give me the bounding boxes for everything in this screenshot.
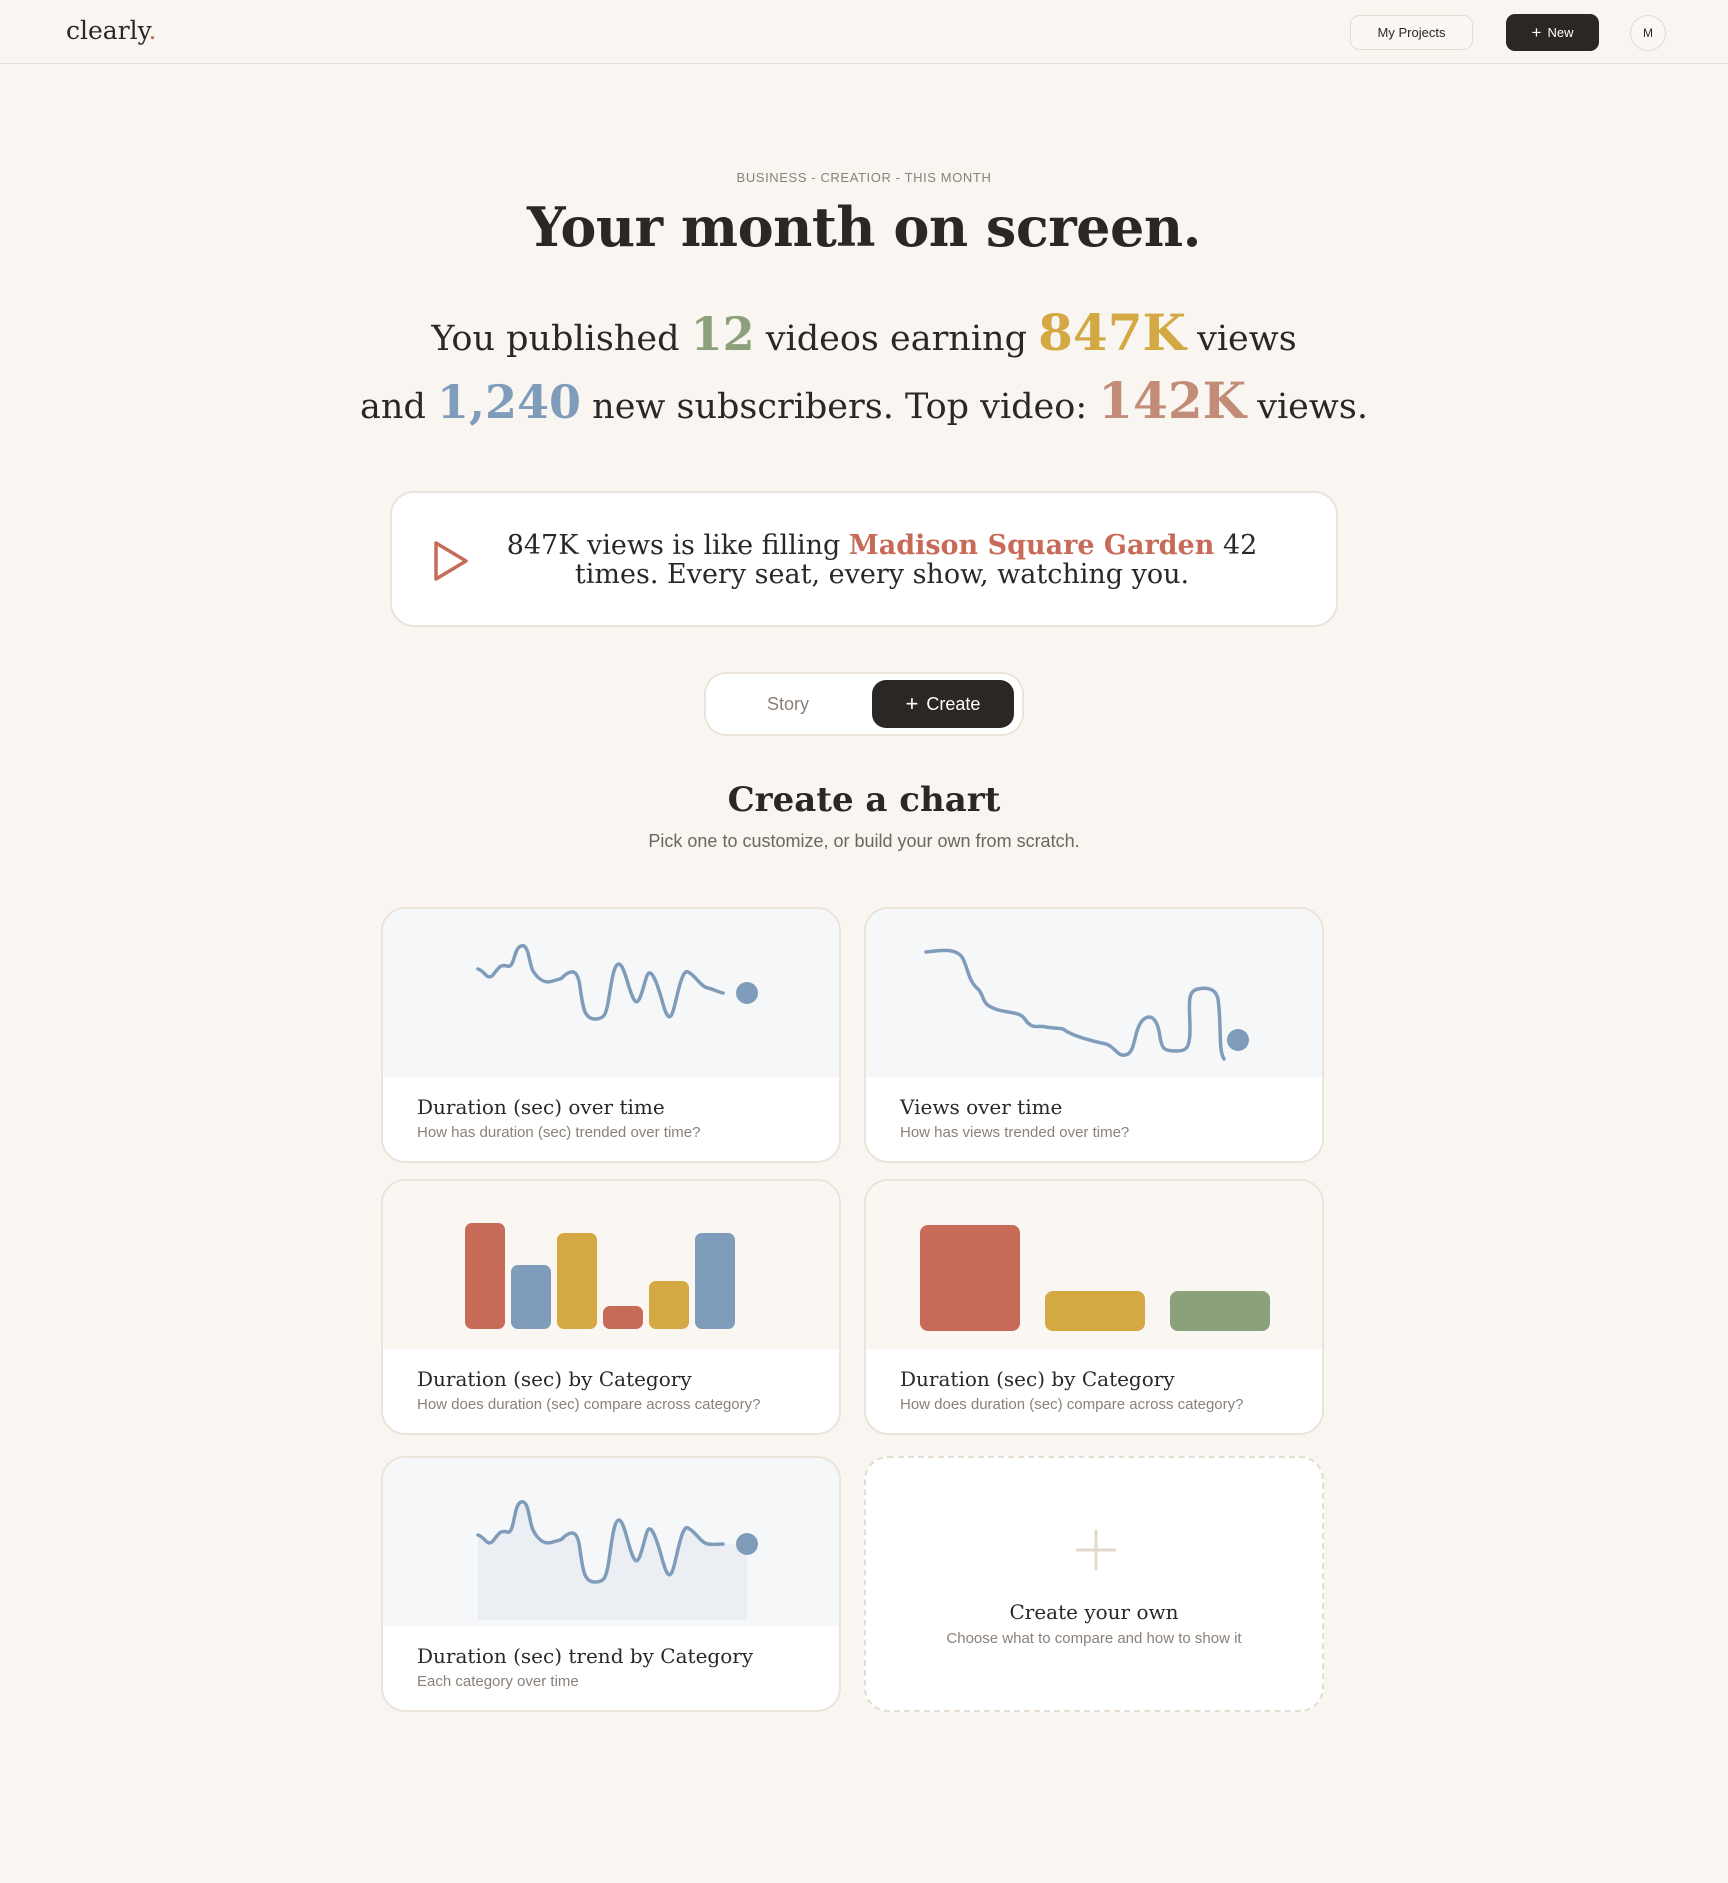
card-subtitle: How has views trended over time? bbox=[900, 1124, 1130, 1141]
tab-create-label: Create bbox=[926, 693, 981, 714]
page-title: Your month on screen. bbox=[527, 195, 1201, 259]
top-bar: clearly. My Projects + New M bbox=[0, 0, 1728, 64]
summary-text: views. bbox=[1246, 387, 1368, 427]
card-subtitle: Choose what to compare and how to show i… bbox=[946, 1630, 1242, 1647]
bar-chart-icon bbox=[465, 1223, 735, 1329]
play-icon bbox=[434, 541, 468, 581]
chart-option-card[interactable]: Duration (sec) over time How has duratio… bbox=[381, 907, 841, 1163]
plus-icon bbox=[1076, 1530, 1116, 1570]
summary-text: You published bbox=[431, 319, 691, 359]
create-your-own-card[interactable]: Create your own Choose what to compare a… bbox=[864, 1456, 1324, 1712]
avatar[interactable]: M bbox=[1630, 15, 1666, 51]
chart-option-card[interactable]: Duration (sec) trend by Category Each ca… bbox=[381, 1456, 841, 1712]
new-button[interactable]: + New bbox=[1506, 14, 1599, 51]
area-chart-preview bbox=[383, 1458, 839, 1626]
my-projects-button[interactable]: My Projects bbox=[1350, 15, 1473, 50]
new-button-label: New bbox=[1547, 25, 1574, 40]
card-subtitle: How does duration (sec) compare across c… bbox=[900, 1396, 1244, 1413]
summary-text: videos earning bbox=[754, 319, 1039, 359]
chart-option-card[interactable]: Duration (sec) by Category How does dura… bbox=[864, 1179, 1324, 1435]
area-chart-icon bbox=[476, 1500, 758, 1620]
plus-icon: + bbox=[905, 691, 919, 716]
card-title: Duration (sec) trend by Category bbox=[417, 1644, 754, 1668]
comparison-card: 847K views is like filling Madison Squar… bbox=[390, 491, 1338, 627]
card-title: Duration (sec) by Category bbox=[417, 1367, 692, 1391]
summary-text: views bbox=[1185, 319, 1297, 359]
card-title: Views over time bbox=[900, 1095, 1063, 1119]
line-chart-icon bbox=[476, 944, 758, 1021]
views-count: 847K bbox=[1038, 303, 1186, 362]
summary-text: and bbox=[360, 387, 437, 427]
summary-line-1: You published 12 videos earning 847K vie… bbox=[0, 302, 1728, 370]
comparison-highlight: Madison Square Garden bbox=[848, 530, 1215, 561]
top-video-views: 142K bbox=[1098, 371, 1247, 430]
chart-option-card[interactable]: Views over time How has views trended ov… bbox=[864, 907, 1324, 1163]
mode-toggle: Story + Create bbox=[704, 672, 1024, 736]
line-chart-icon bbox=[924, 948, 1249, 1061]
card-title: Duration (sec) by Category bbox=[900, 1367, 1175, 1391]
tab-story[interactable]: Story bbox=[708, 680, 868, 728]
summary-sentence: You published 12 videos earning 847K vie… bbox=[0, 302, 1728, 438]
breadcrumb: BUSINESS - CREATIOR - THIS MONTH bbox=[736, 170, 992, 185]
line-chart-preview bbox=[383, 909, 839, 1077]
card-subtitle: Each category over time bbox=[417, 1673, 579, 1690]
chart-option-card[interactable]: Duration (sec) by Category How does dura… bbox=[381, 1179, 841, 1435]
line-chart-preview bbox=[866, 909, 1322, 1077]
bar-chart-preview bbox=[866, 1181, 1322, 1349]
logo[interactable]: clearly. bbox=[66, 16, 156, 45]
section-title: Create a chart bbox=[727, 780, 1001, 820]
videos-count: 12 bbox=[690, 307, 755, 361]
summary-text: new subscribers. Top video: bbox=[581, 387, 1099, 427]
plus-icon: + bbox=[1531, 23, 1542, 42]
section-subtitle: Pick one to customize, or build your own… bbox=[648, 831, 1080, 851]
summary-line-2: and 1,240 new subscribers. Top video: 14… bbox=[0, 370, 1728, 438]
subscribers-count: 1,240 bbox=[436, 375, 582, 429]
card-subtitle: How does duration (sec) compare across c… bbox=[417, 1396, 761, 1413]
bar-chart-preview bbox=[383, 1181, 839, 1349]
card-title: Create your own bbox=[1009, 1600, 1179, 1624]
card-title: Duration (sec) over time bbox=[417, 1095, 665, 1119]
bar-chart-icon bbox=[920, 1225, 1270, 1331]
comparison-text: 847K views is like filling Madison Squar… bbox=[492, 531, 1272, 589]
tab-create[interactable]: + Create bbox=[872, 680, 1014, 728]
card-subtitle: How has duration (sec) trended over time… bbox=[417, 1124, 701, 1141]
comparison-text-part: 847K views is like filling bbox=[506, 530, 849, 561]
